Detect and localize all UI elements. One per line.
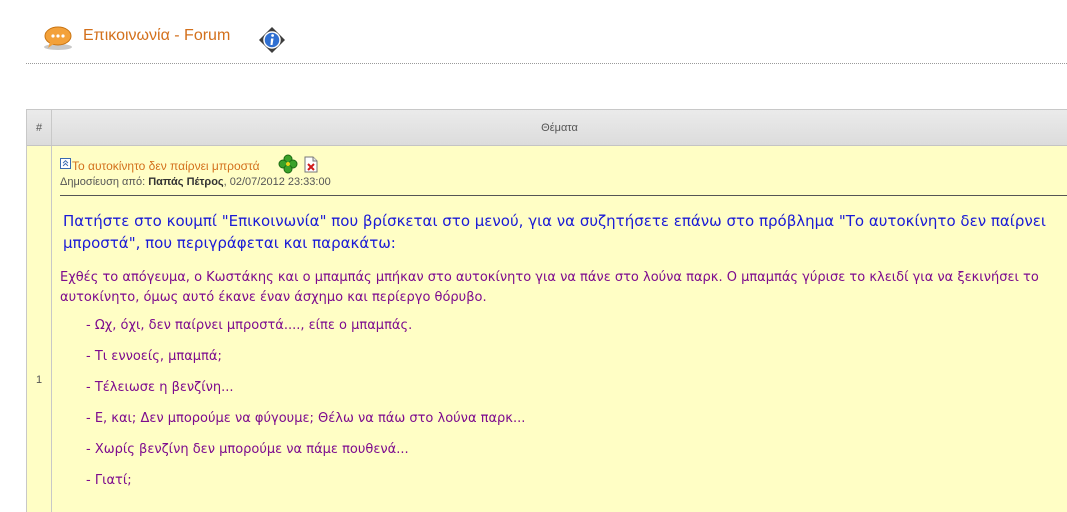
clover-icon[interactable] <box>278 154 298 174</box>
table-header: # Θέματα <box>27 110 1067 146</box>
header-separator <box>26 63 1067 64</box>
post-story: Εχθές το απόγευμα, ο Κωστάκης και ο μπαμ… <box>60 270 1039 305</box>
column-header-number[interactable]: # <box>27 110 52 145</box>
post-cell: Το αυτοκίνητο δεν παίρνει μπροστά Δημοσί… <box>60 146 1067 512</box>
post-meta-prefix: Δημοσίευση από: <box>60 176 149 188</box>
dialog-line: - Ωχ, όχι, δεν παίρνει μπροστά...., είπε… <box>86 318 413 333</box>
post-title-link[interactable]: Το αυτοκίνητο δεν παίρνει μπροστά <box>72 159 260 173</box>
post-author: Παπάς Πέτρος <box>148 176 224 188</box>
delete-document-icon[interactable] <box>304 156 318 173</box>
chat-bubble-icon <box>44 26 72 50</box>
dialog-line: - Τέλειωσε η βενζίνη... <box>86 380 234 395</box>
table-row: 1 Το αυτοκίνητο δεν παίρνει μπροστά Δημο… <box>27 146 1067 512</box>
row-number: 1 <box>36 374 43 386</box>
post-meta: Δημοσίευση από: Παπάς Πέτρος, 02/07/2012… <box>60 176 331 188</box>
page-title: Επικοινωνία - Forum <box>83 27 231 44</box>
collapse-icon[interactable] <box>60 158 71 169</box>
page-header: Επικοινωνία - Forum <box>26 0 1067 64</box>
info-icon[interactable] <box>257 25 287 55</box>
dialog-line: - Ε, και; Δεν μπορούμε να φύγουμε; Θέλω … <box>86 411 526 426</box>
forum-table: # Θέματα 1 Το αυτοκίνητο δεν παίρνει μπρ… <box>26 109 1067 512</box>
dialog-line: - Γιατί; <box>86 473 132 488</box>
dialog-line: - Χωρίς βενζίνη δεν μπορούμε να πάμε που… <box>86 442 409 457</box>
post-intro: Πατήστε στο κουμπί "Επικοινωνία" που βρί… <box>63 210 1067 254</box>
column-header-topics[interactable]: Θέματα <box>52 110 1067 145</box>
post-date: , 02/07/2012 23:33:00 <box>223 176 331 188</box>
post-header: Το αυτοκίνητο δεν παίρνει μπροστά Δημοσί… <box>60 154 1067 196</box>
post-intro-line-2: μπροστά", που περιγράφεται και παρακάτω: <box>63 234 396 252</box>
row-number-cell: 1 <box>27 146 52 512</box>
dialog-line: - Τι εννοείς, μπαμπά; <box>86 349 222 364</box>
post-body: Πατήστε στο κουμπί "Επικοινωνία" που βρί… <box>60 210 1067 308</box>
post-intro-line-1: Πατήστε στο κουμπί "Επικοινωνία" που βρί… <box>63 212 1046 230</box>
dialog-list: - Ωχ, όχι, δεν παίρνει μπροστά...., είπε… <box>60 316 525 502</box>
